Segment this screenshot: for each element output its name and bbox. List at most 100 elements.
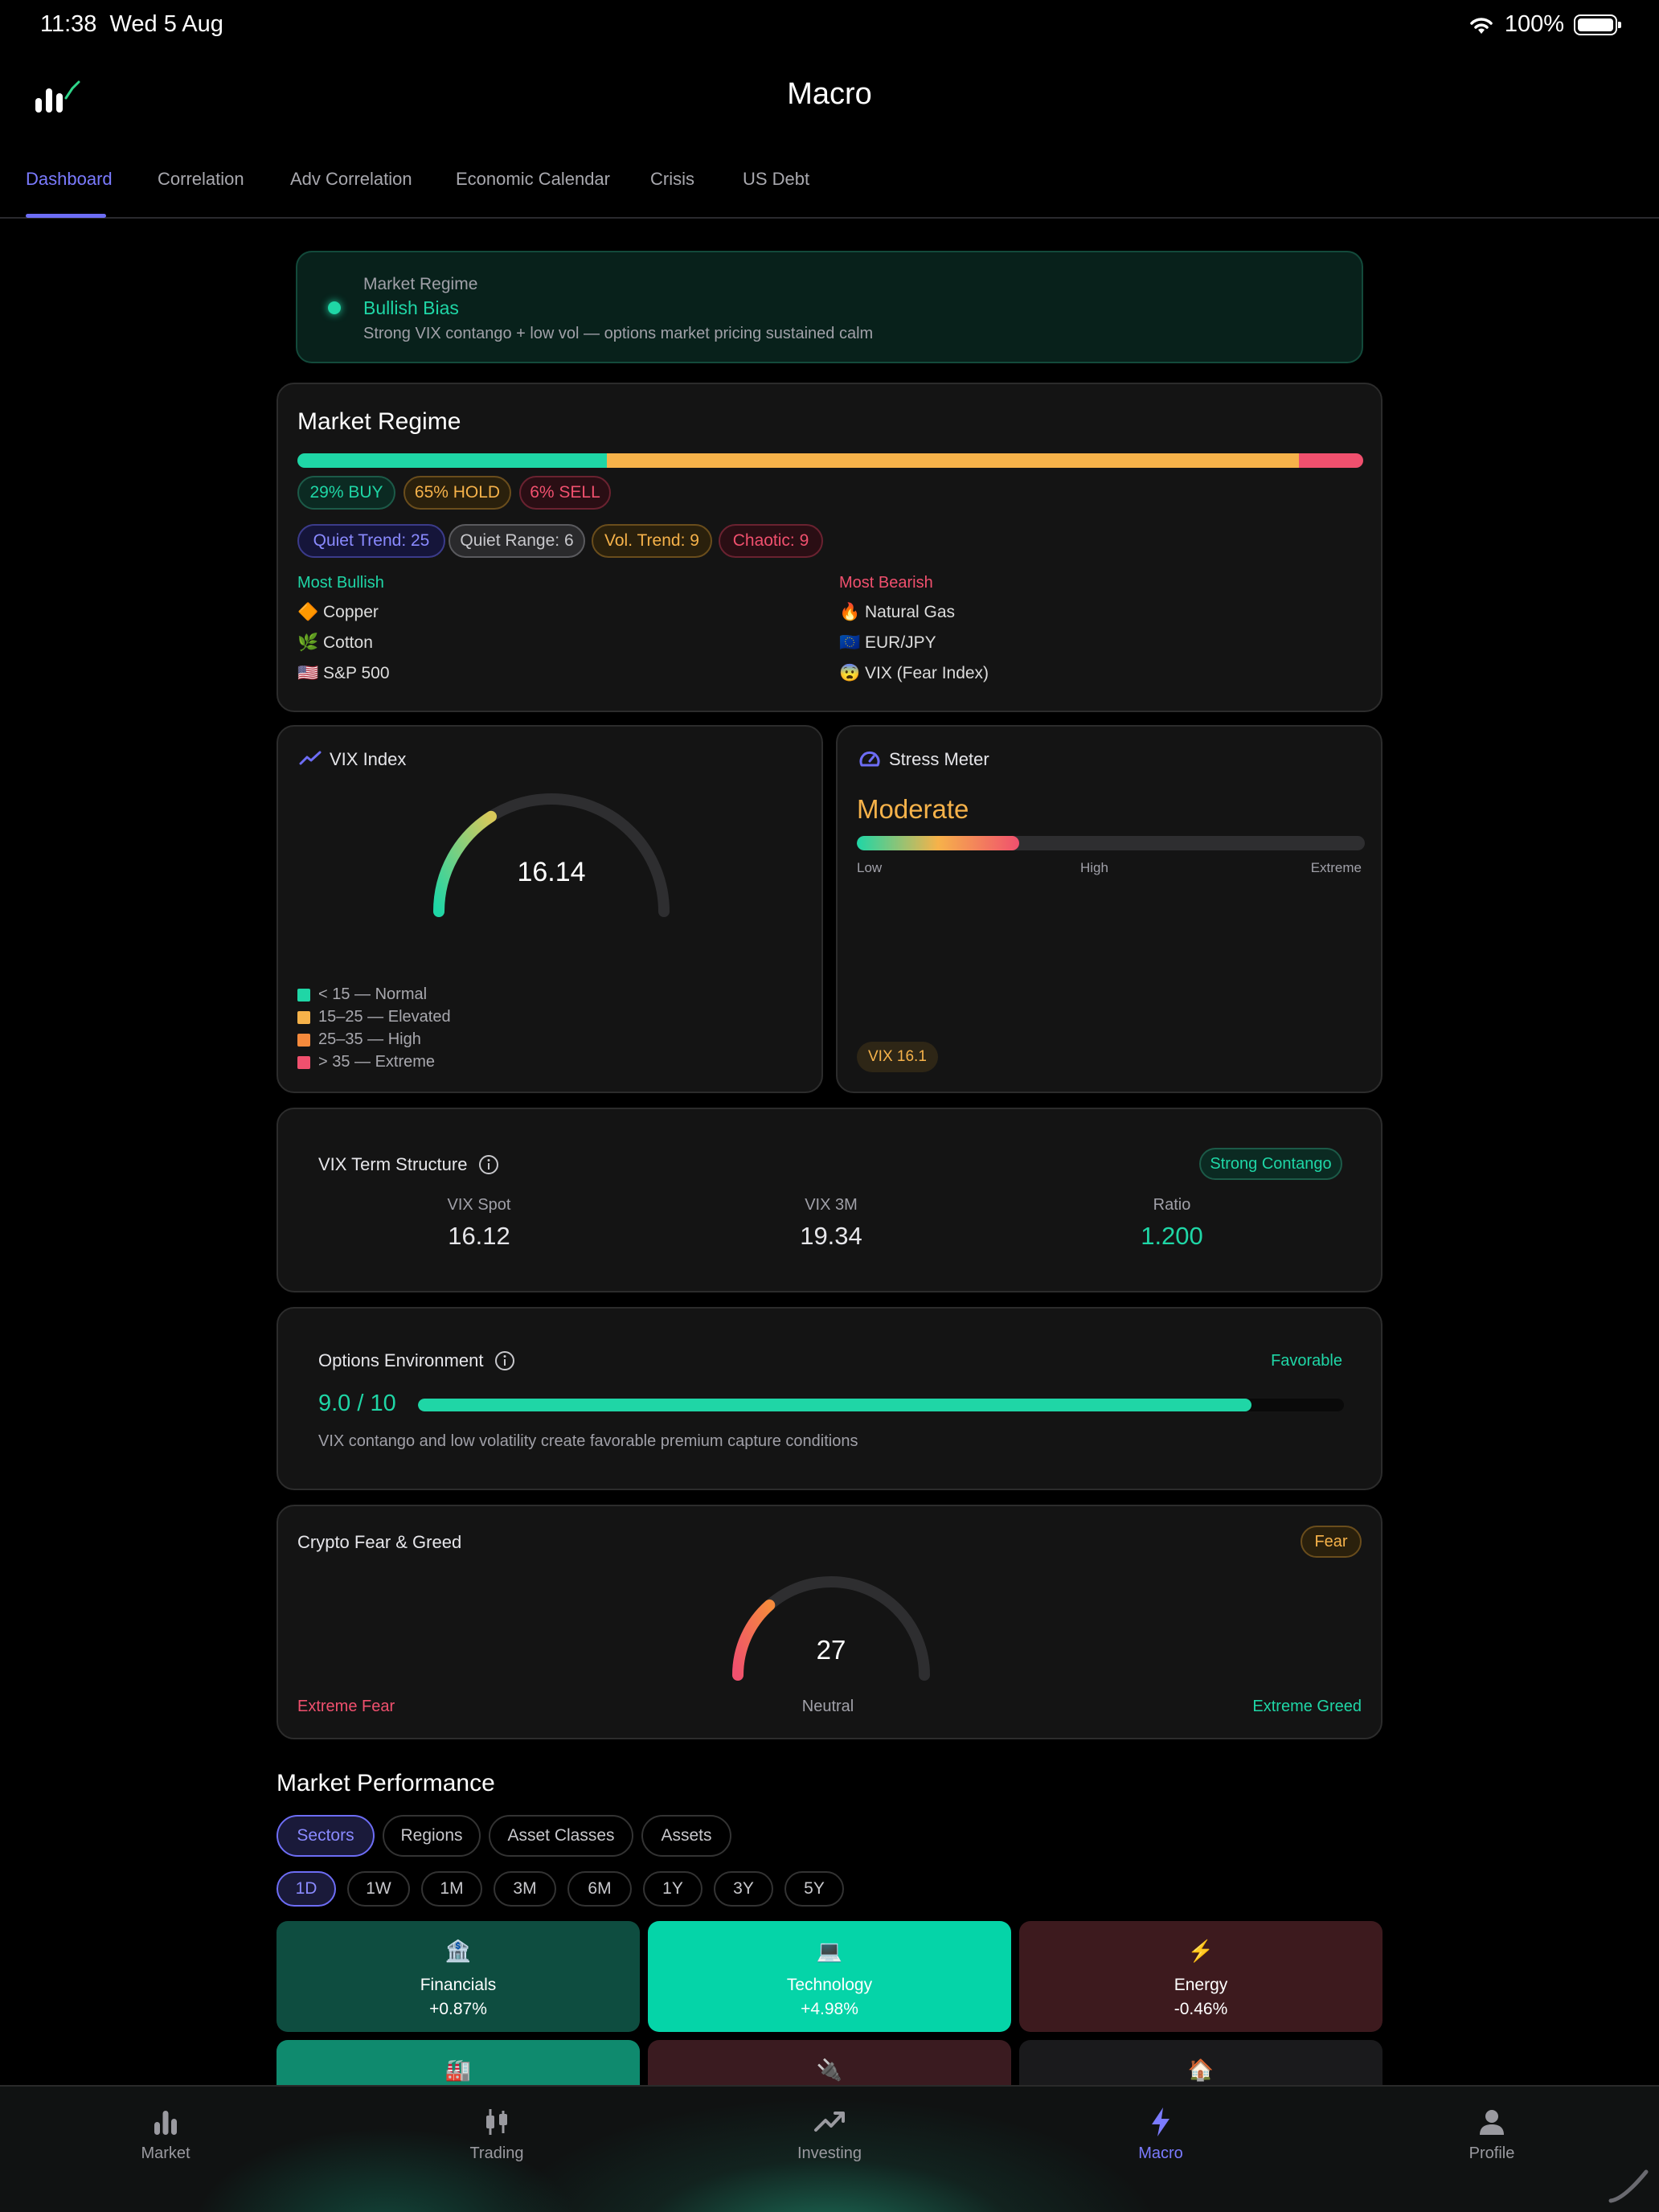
regime-split-bar	[297, 453, 1363, 468]
tab-crisis[interactable]: Crisis	[650, 169, 694, 190]
tab-economic-calendar[interactable]: Economic Calendar	[456, 169, 610, 190]
ratio-value: 1.200	[1141, 1222, 1203, 1250]
stress-scale-high: High	[1080, 860, 1108, 875]
quiet-trend-pill: Quiet Trend: 25	[297, 524, 445, 558]
neutral-label: Neutral	[801, 1698, 854, 1715]
period-3y[interactable]: 3Y	[714, 1871, 773, 1907]
tab-dashboard[interactable]: Dashboard	[26, 169, 113, 190]
ratio-label: Ratio	[1153, 1196, 1191, 1214]
resize-handle-icon[interactable]	[1608, 2167, 1649, 2204]
split-hold-segment	[606, 453, 1300, 468]
stress-scale-extreme: Extreme	[1310, 860, 1362, 875]
nav-trading[interactable]: Trading	[416, 2106, 577, 2163]
vix-index-title: VIX Index	[330, 749, 407, 769]
vix-spot-value: 16.12	[448, 1222, 510, 1250]
crypto-fg-title: Crypto Fear & Greed	[297, 1532, 462, 1552]
tab-adv-correlation[interactable]: Adv Correlation	[290, 169, 412, 190]
bullish-item: 🔶 Copper	[297, 603, 379, 621]
stress-meter-card: Stress Meter Moderate Low High Extreme V…	[836, 725, 1382, 1093]
candlestick-icon	[486, 2109, 507, 2135]
vix-3m-value: 19.34	[800, 1222, 862, 1250]
info-icon[interactable]	[478, 1154, 499, 1175]
options-env-title: Options Environment	[318, 1350, 484, 1370]
period-3m[interactable]: 3M	[494, 1871, 556, 1907]
info-icon[interactable]	[494, 1350, 515, 1371]
plug-icon: 🔌	[816, 2058, 843, 2082]
tab-us-debt[interactable]: US Debt	[743, 169, 809, 190]
buy-pill: 29% BUY	[297, 476, 395, 510]
person-icon	[1480, 2110, 1504, 2135]
options-env-status: Favorable	[1271, 1352, 1342, 1370]
trend-line-icon	[299, 751, 322, 765]
vix-value: 16.14	[517, 857, 586, 887]
house-icon: 🏠	[1187, 2058, 1215, 2082]
bottom-nav: Market Trading Investing Macro Profile	[0, 2085, 1659, 2212]
active-tab-indicator	[26, 214, 106, 218]
laptop-icon: 💻	[816, 1939, 843, 1963]
vix-legend-item: > 35 — Extreme	[297, 1053, 435, 1071]
factory-icon: 🏭	[444, 2058, 472, 2082]
category-sectors[interactable]: Sectors	[276, 1815, 375, 1857]
bearish-item: 🔥 Natural Gas	[839, 603, 956, 621]
vix-badge: VIX 16.1	[857, 1042, 938, 1072]
stress-bar-track	[857, 836, 1365, 850]
vix-spot-label: VIX Spot	[447, 1196, 511, 1214]
tab-correlation[interactable]: Correlation	[158, 169, 244, 190]
sector-tile[interactable]: 🏦 Financials +0.87%	[276, 1921, 640, 2032]
period-1w[interactable]: 1W	[347, 1871, 410, 1907]
tab-bar: Dashboard Correlation Adv Correlation Ec…	[0, 153, 1659, 219]
vix-term-title: VIX Term Structure	[318, 1154, 468, 1174]
sector-tile[interactable]: ⚡ Energy -0.46%	[1019, 1921, 1382, 2032]
category-asset-classes[interactable]: Asset Classes	[489, 1815, 633, 1857]
banner-bias: Bullish Bias	[363, 297, 459, 318]
bullish-item: 🇺🇸 S&P 500	[297, 664, 390, 682]
category-assets[interactable]: Assets	[641, 1815, 731, 1857]
banner-label: Market Regime	[363, 275, 478, 293]
nav-investing[interactable]: Investing	[749, 2106, 910, 2163]
stress-meter-title: Stress Meter	[889, 749, 989, 769]
contango-badge: Strong Contango	[1199, 1148, 1342, 1180]
battery-icon	[1574, 14, 1621, 35]
vix-legend-item: 25–35 — High	[297, 1030, 421, 1049]
page-title: Macro	[787, 77, 872, 111]
stress-scale-low: Low	[857, 860, 883, 875]
options-env-score: 9.0 / 10	[318, 1391, 396, 1416]
period-1y[interactable]: 1Y	[643, 1871, 703, 1907]
nav-macro[interactable]: Macro	[1080, 2106, 1241, 2163]
vix-index-card: VIX Index 16.14 < 15 — Normal 15–25 — El…	[276, 725, 823, 1093]
battery-percent: 100%	[1504, 11, 1564, 37]
trend-up-icon	[814, 2112, 845, 2132]
status-bar: 11:38 Wed 5 Aug 100%	[0, 0, 1659, 51]
period-1d[interactable]: 1D	[276, 1871, 336, 1907]
bearish-item: 😨 VIX (Fear Index)	[839, 664, 989, 682]
legend-swatch	[297, 1033, 310, 1047]
bank-icon: 🏦	[444, 1939, 472, 1963]
period-6m[interactable]: 6M	[567, 1871, 632, 1907]
nav-profile[interactable]: Profile	[1411, 2106, 1572, 2163]
split-sell-segment	[1299, 453, 1363, 468]
vol-trend-pill: Vol. Trend: 9	[592, 524, 712, 558]
regime-banner: Market Regime Bullish Bias Strong VIX co…	[296, 251, 1363, 363]
wifi-icon	[1470, 17, 1493, 34]
category-regions[interactable]: Regions	[383, 1815, 481, 1857]
bar-chart-icon	[154, 2111, 177, 2135]
period-5y[interactable]: 5Y	[784, 1871, 844, 1907]
sell-pill: 6% SELL	[519, 476, 611, 510]
nav-market[interactable]: Market	[85, 2106, 246, 2163]
options-score-track	[418, 1399, 1344, 1411]
options-score-fill	[418, 1399, 1251, 1411]
period-1m[interactable]: 1M	[421, 1871, 482, 1907]
vix-legend-item: 15–25 — Elevated	[297, 1008, 451, 1026]
crypto-fg-value: 27	[816, 1635, 846, 1665]
status-dot-icon	[328, 301, 341, 314]
fear-badge: Fear	[1301, 1526, 1362, 1558]
lightning-icon	[1152, 2108, 1169, 2136]
market-performance-title: Market Performance	[276, 1770, 495, 1796]
sector-tile[interactable]: 💻 Technology +4.98%	[648, 1921, 1011, 2032]
banner-description: Strong VIX contango + low vol — options …	[363, 325, 874, 342]
status-time-date: 11:38 Wed 5 Aug	[40, 11, 223, 37]
market-regime-card: Market Regime 29% BUY 65% HOLD 6% SELL Q…	[276, 383, 1382, 712]
vix-legend-item: < 15 — Normal	[297, 985, 427, 1004]
extreme-greed-label: Extreme Greed	[1252, 1698, 1362, 1715]
legend-swatch	[297, 1010, 310, 1024]
